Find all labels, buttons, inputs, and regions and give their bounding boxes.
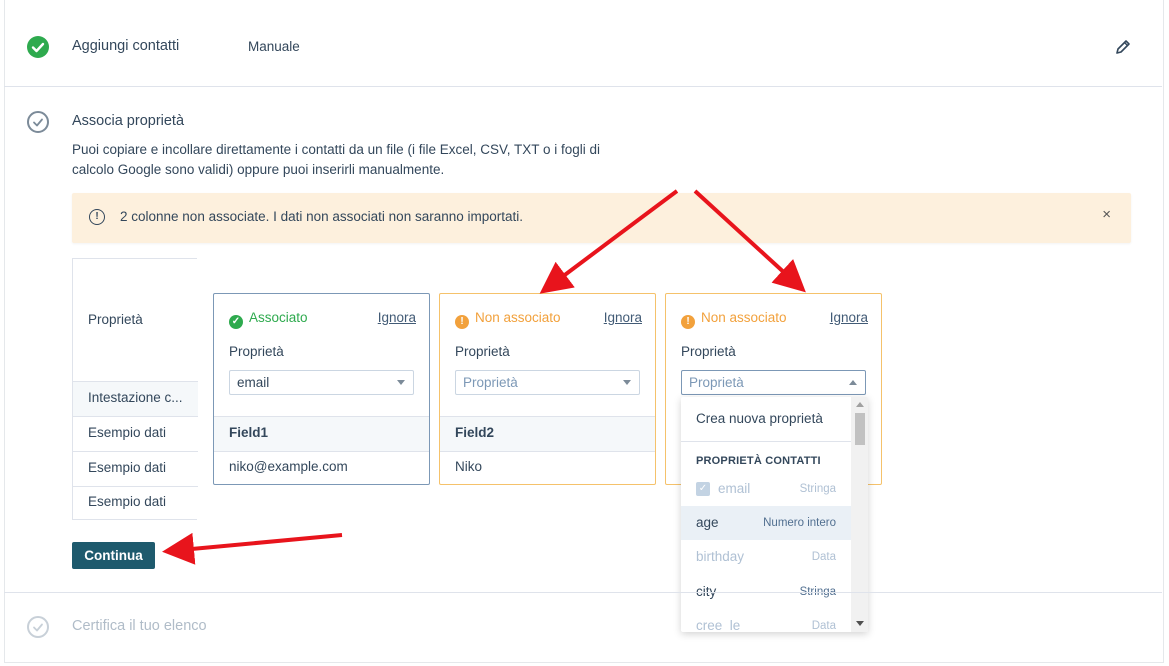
info-icon: !	[89, 209, 105, 225]
row-divider	[214, 416, 429, 417]
property-select[interactable]: Proprietà	[681, 370, 866, 395]
close-icon[interactable]: ×	[1102, 206, 1111, 223]
option-type: Numero intero	[763, 517, 836, 529]
option-label: birthday	[696, 549, 745, 564]
step-2-title: Associa proprietà	[72, 113, 185, 129]
checkbox-checked-icon: ✓	[696, 482, 710, 496]
description-line: calcolo Google sono validi) oppure puoi …	[72, 162, 445, 177]
select-value: email	[237, 375, 270, 390]
option-type: Stringa	[799, 483, 836, 495]
chevron-down-icon	[623, 380, 631, 385]
step-divider	[4, 592, 1162, 593]
step-divider	[4, 86, 1162, 87]
ignore-link[interactable]: Ignora	[830, 310, 868, 325]
row-divider	[73, 486, 198, 487]
status-not-associated: ! Non associato	[455, 310, 561, 329]
row-label-sample: Esempio dati	[88, 494, 167, 509]
row-divider	[440, 416, 655, 417]
step-complete-icon	[27, 36, 49, 58]
row-divider	[214, 451, 429, 452]
dropdown-group-label: PROPRIETÀ CONTATTI	[696, 455, 821, 467]
step-1-value: Manuale	[248, 39, 300, 54]
row-divider	[73, 451, 198, 452]
step-1-title: Aggiungi contatti	[72, 38, 180, 54]
row-label-header: Intestazione c...	[88, 390, 183, 405]
property-option-birthday: birthday Data	[681, 540, 851, 574]
scroll-down-icon[interactable]	[856, 621, 864, 626]
column-card: ! Non associato Ignora Proprietà Propriet…	[439, 293, 656, 485]
column-header-value: Field1	[229, 425, 269, 440]
edit-pencil-icon[interactable]	[1114, 38, 1132, 59]
status-label: Non associato	[475, 310, 561, 325]
property-label: Proprietà	[681, 344, 736, 359]
step-pending-icon	[27, 616, 49, 638]
property-dropdown-menu: Crea nuova proprietà PROPRIETÀ CONTATTI …	[681, 397, 868, 632]
scroll-up-icon[interactable]	[856, 402, 864, 407]
option-type: Data	[811, 551, 836, 563]
warning-icon: !	[455, 315, 469, 329]
row-labels-column: Proprietà Intestazione c... Esempio dati…	[72, 258, 198, 520]
property-option-email: ✓ email Stringa	[681, 472, 851, 506]
ignore-link[interactable]: Ignora	[604, 310, 642, 325]
step-3-title: Certifica il tuo elenco	[72, 618, 207, 634]
status-label: Non associato	[701, 310, 787, 325]
dropdown-divider	[681, 441, 851, 442]
option-label: age	[696, 515, 719, 530]
row-label-property: Proprietà	[88, 312, 143, 327]
option-label: email	[718, 481, 751, 496]
property-select[interactable]: email	[229, 370, 414, 395]
column-header-value: Field2	[455, 425, 495, 440]
check-circle-icon: ✓	[229, 315, 243, 329]
property-option-cree-le: cree_le Data	[681, 609, 851, 632]
column-card: ✓ Associato Ignora Proprietà email Field1…	[213, 293, 430, 485]
scrollbar-thumb[interactable]	[855, 413, 865, 445]
sample-value: niko@example.com	[229, 459, 348, 474]
warning-alert: ! 2 colonne non associate. I dati non as…	[72, 193, 1131, 243]
select-placeholder: Proprietà	[689, 375, 744, 390]
option-type: Data	[811, 620, 836, 632]
select-placeholder: Proprietà	[463, 375, 518, 390]
sample-value: Niko	[455, 459, 483, 474]
status-label: Associato	[249, 310, 308, 325]
description-line: Puoi copiare e incollare direttamente i …	[72, 142, 601, 157]
chevron-up-icon	[849, 380, 857, 385]
alert-message: 2 colonne non associate. I dati non asso…	[120, 209, 524, 224]
ignore-link[interactable]: Ignora	[378, 310, 416, 325]
row-label-sample: Esempio dati	[88, 425, 167, 440]
warning-icon: !	[681, 315, 695, 329]
step-pending-icon	[27, 111, 49, 133]
property-option-age[interactable]: age Numero intero	[681, 506, 851, 540]
option-label: cree_le	[696, 618, 741, 632]
status-associated: ✓ Associato	[229, 310, 308, 329]
property-select[interactable]: Proprietà	[455, 370, 640, 395]
continue-button[interactable]: Continua	[72, 542, 155, 569]
property-label: Proprietà	[455, 344, 510, 359]
status-not-associated: ! Non associato	[681, 310, 787, 329]
create-property-option[interactable]: Crea nuova proprietà	[681, 402, 851, 436]
chevron-down-icon	[397, 380, 405, 385]
dropdown-scrollbar[interactable]	[851, 397, 868, 632]
option-label: Crea nuova proprietà	[696, 411, 823, 426]
row-divider	[73, 381, 198, 382]
row-label-sample: Esempio dati	[88, 460, 167, 475]
row-divider	[440, 451, 655, 452]
step-2-description: Puoi copiare e incollare direttamente i …	[72, 140, 612, 180]
property-label: Proprietà	[229, 344, 284, 359]
row-divider	[73, 416, 198, 417]
